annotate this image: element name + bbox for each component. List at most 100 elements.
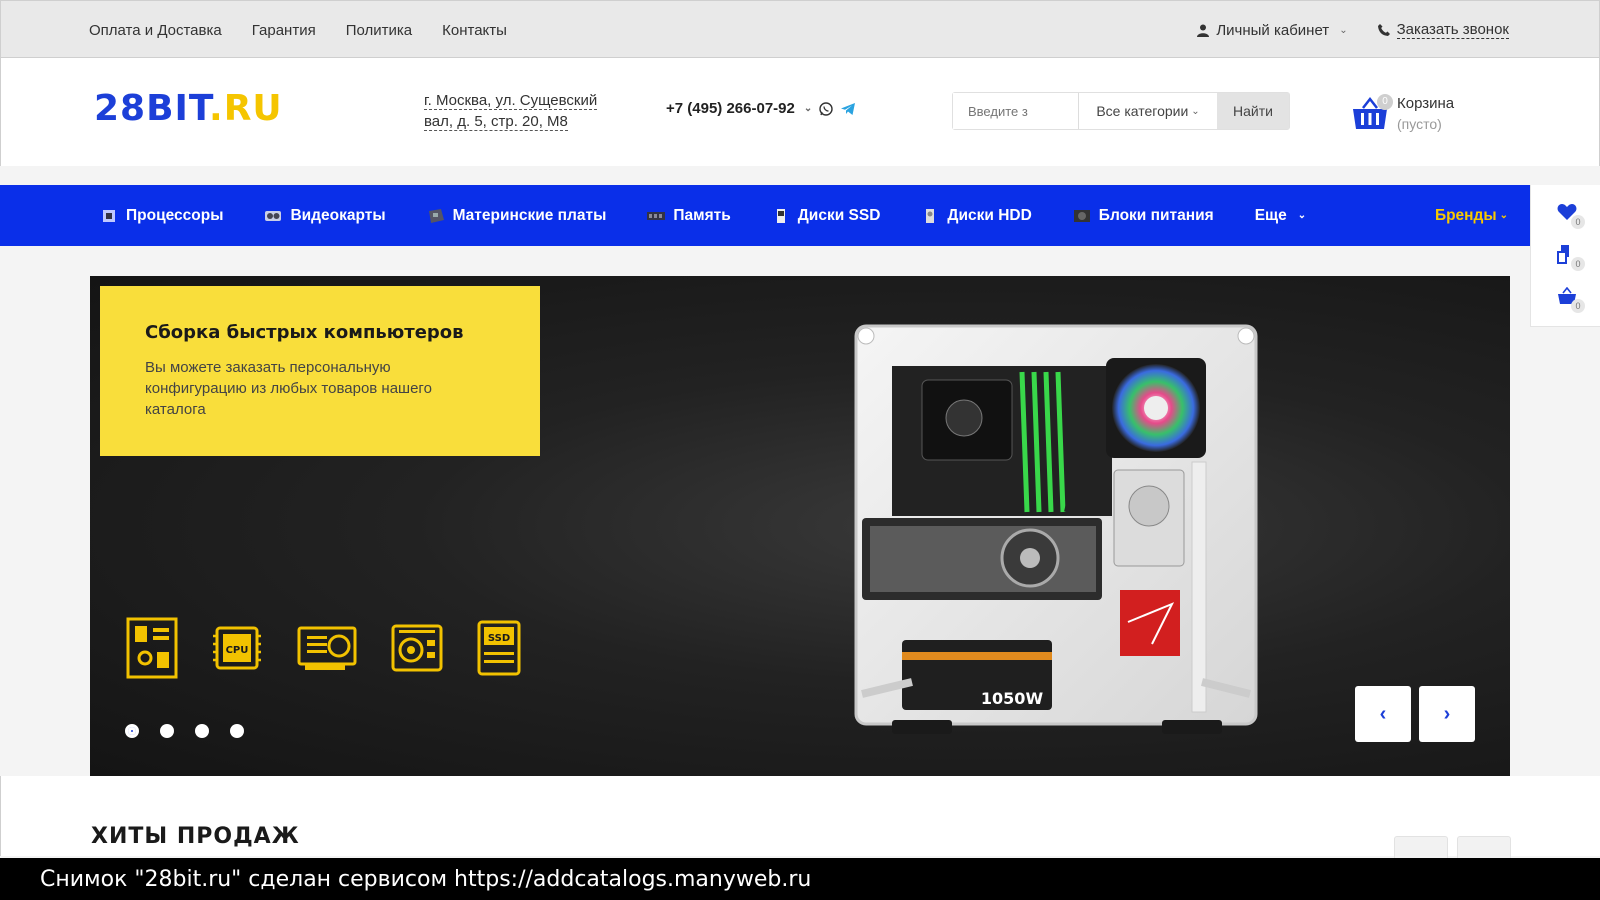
slider-dot-1[interactable] xyxy=(125,724,139,738)
category-label: Все категории xyxy=(1096,103,1189,119)
cpu-chip-label: CPU xyxy=(226,645,249,656)
chevron-right-icon: › xyxy=(1443,702,1451,725)
search-input[interactable] xyxy=(953,93,1079,129)
ssd-drive-label: SSD xyxy=(488,633,510,644)
nav-label: Память xyxy=(673,206,731,224)
cpu-icon xyxy=(103,209,115,222)
promo-card: Сборка быстрых компьютеров Вы можете зак… xyxy=(100,286,540,456)
nav-brands[interactable]: Бренды ⌄ xyxy=(1435,185,1508,246)
nav-item-processors[interactable]: Процессоры xyxy=(100,207,223,225)
brands-label: Бренды xyxy=(1434,206,1497,224)
motherboard-icon xyxy=(428,208,444,223)
catalog-nav: Процессоры Видеокарты Материнские платы … xyxy=(0,185,1530,246)
side-rail: 0 0 0 xyxy=(1530,185,1600,327)
address-line-2: вал, д. 5, стр. 20, М8 xyxy=(424,113,568,131)
top-right: Личный кабинет ⌄ Заказать звонок xyxy=(1197,1,1509,59)
site-header: 28BIT.RU г. Москва, ул. Сущевский вал, д… xyxy=(0,58,1600,166)
nav-label: Блоки питания xyxy=(1098,206,1214,224)
top-bar: Оплата и Доставка Гарантия Политика Конт… xyxy=(0,0,1600,58)
slider-prev-button[interactable]: ‹ xyxy=(1355,686,1411,742)
search-form: Все категории ⌄ Найти xyxy=(952,92,1290,130)
cart-count-badge: 0 xyxy=(1377,94,1393,110)
top-link-payment[interactable]: Оплата и Доставка xyxy=(89,22,222,39)
category-select[interactable]: Все категории ⌄ xyxy=(1079,93,1217,129)
telegram-icon[interactable] xyxy=(840,101,856,117)
side-basket-count: 0 xyxy=(1571,299,1585,313)
nav-item-motherboards[interactable]: Материнские платы xyxy=(427,206,607,225)
slider-dot-4[interactable] xyxy=(230,724,244,738)
nav-label: Еще xyxy=(1254,206,1287,224)
favorites-count: 0 xyxy=(1571,215,1585,229)
slider-dot-3[interactable] xyxy=(195,724,209,738)
nav-item-memory[interactable]: Память xyxy=(647,206,731,225)
chevron-left-icon: ‹ xyxy=(1379,702,1387,725)
callback-link[interactable]: Заказать звонок xyxy=(1377,20,1509,39)
cart-widget[interactable]: 0 Корзина (пусто) xyxy=(1351,93,1454,135)
motherboard-icon xyxy=(126,617,178,679)
psu-icon xyxy=(1073,209,1090,222)
phone-block[interactable]: +7 (495) 266-07-92 ⌄ xyxy=(666,100,856,117)
compare-count: 0 xyxy=(1571,257,1585,271)
ssd-icon xyxy=(776,208,785,223)
nav-label: Диски SSD xyxy=(797,206,881,224)
cart-status: (пусто) xyxy=(1397,116,1442,132)
top-link-warranty[interactable]: Гарантия xyxy=(252,22,316,39)
top-nav: Оплата и Доставка Гарантия Политика Конт… xyxy=(89,1,507,59)
gpu-icon xyxy=(265,210,282,221)
logo-main: 28BIT xyxy=(94,88,210,129)
promo-title: Сборка быстрых компьютеров xyxy=(145,322,464,343)
slider-dot-2[interactable] xyxy=(160,724,174,738)
slider-arrows: ‹ › xyxy=(1355,686,1475,742)
favorites-button[interactable]: 0 xyxy=(1557,203,1587,229)
ssd-drive-icon: SSD xyxy=(477,620,521,676)
address-line-1: г. Москва, ул. Сущевский xyxy=(424,92,598,110)
chevron-down-icon: ⌄ xyxy=(1297,210,1307,221)
pc-case-image: 1050W xyxy=(854,324,1258,734)
chevron-down-icon: ⌄ xyxy=(1339,24,1348,36)
hero-slider: Сборка быстрых компьютеров Вы можете зак… xyxy=(90,276,1510,776)
logo[interactable]: 28BIT.RU xyxy=(94,88,283,129)
component-icons: CPU SSD xyxy=(125,616,523,680)
nav-label: Материнские платы xyxy=(452,206,607,224)
nav-item-more[interactable]: Еще ⌄ xyxy=(1255,207,1306,225)
cpu-chip-icon: CPU xyxy=(213,626,261,670)
chevron-down-icon: ⌄ xyxy=(803,103,813,114)
hdd-icon xyxy=(926,208,935,223)
nav-label: Диски HDD xyxy=(947,206,1032,224)
promo-text: Вы можете заказать персональную конфигур… xyxy=(145,359,432,418)
screenshot-caption: Снимок "28bit.ru" сделан сервисом https:… xyxy=(0,858,1600,900)
nav-item-psu[interactable]: Блоки питания xyxy=(1073,207,1214,225)
phone-icon xyxy=(1377,24,1390,36)
ram-icon xyxy=(647,211,666,220)
cart-text: Корзина (пусто) xyxy=(1397,93,1454,135)
top-link-policy[interactable]: Политика xyxy=(346,22,412,39)
chevron-down-icon: ⌄ xyxy=(1191,105,1200,117)
top-link-contacts[interactable]: Контакты xyxy=(442,22,507,39)
psu-wattage-label: 1050W xyxy=(981,689,1044,708)
slider-dots xyxy=(125,724,244,738)
graphics-card-icon xyxy=(297,626,357,670)
store-address[interactable]: г. Москва, ул. Сущевский вал, д. 5, стр.… xyxy=(424,90,598,132)
section-title: ХИТЫ ПРОДАЖ xyxy=(91,824,300,849)
bestsellers-section: ХИТЫ ПРОДАЖ xyxy=(0,776,1600,866)
cart-title: Корзина xyxy=(1397,95,1455,112)
compare-button[interactable]: 0 xyxy=(1557,245,1587,271)
chevron-down-icon: ⌄ xyxy=(1499,210,1508,221)
account-menu[interactable]: Личный кабинет ⌄ xyxy=(1197,21,1348,39)
nav-item-ssd[interactable]: Диски SSD xyxy=(772,206,881,225)
phone-number: +7 (495) 266-07-92 xyxy=(666,100,795,117)
logo-suffix: .RU xyxy=(209,88,283,129)
side-basket-button[interactable]: 0 xyxy=(1557,286,1587,313)
nav-label: Процессоры xyxy=(126,206,224,224)
user-icon xyxy=(1197,24,1210,37)
nav-item-videocards[interactable]: Видеокарты xyxy=(264,206,386,225)
whatsapp-icon[interactable] xyxy=(818,101,834,117)
nav-label: Видеокарты xyxy=(290,206,386,224)
power-supply-icon xyxy=(391,624,443,672)
search-button[interactable]: Найти xyxy=(1217,93,1289,129)
basket-icon: 0 xyxy=(1351,94,1393,132)
slider-next-button[interactable]: › xyxy=(1419,686,1475,742)
callback-label: Заказать звонок xyxy=(1396,20,1509,39)
nav-item-hdd[interactable]: Диски HDD xyxy=(921,206,1032,225)
account-label: Личный кабинет xyxy=(1216,21,1330,39)
